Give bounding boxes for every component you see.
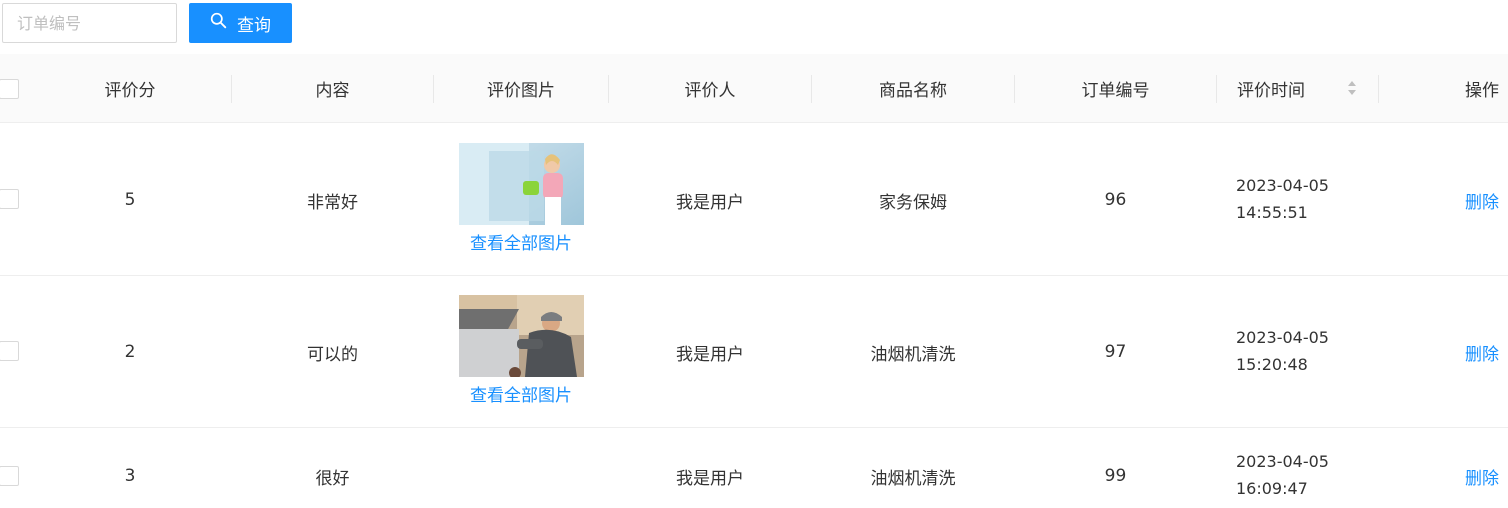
toolbar: 查询 [0, 0, 1508, 52]
reviewer-cell: 我是用户 [676, 192, 744, 213]
sort-icon[interactable] [1347, 79, 1357, 97]
order-number-cell: 99 [1104, 466, 1127, 486]
order-number-cell: 97 [1104, 342, 1127, 362]
review-date: 2023-04-05 [1236, 328, 1329, 347]
row-checkbox[interactable] [0, 341, 19, 361]
score-cell: 5 [124, 190, 136, 210]
delete-link[interactable]: 删除 [1379, 464, 1499, 489]
review-time-cell: 2023-04-05 16:09:47 [1236, 448, 1329, 502]
review-time-cell: 2023-04-05 14:55:51 [1236, 172, 1329, 226]
content-cell: 非常好 [307, 192, 358, 213]
view-all-images-link[interactable]: 查看全部图片 [434, 230, 608, 254]
product-cell: 油烟机清洗 [870, 468, 956, 489]
header-images: 评价图片 [487, 81, 555, 101]
row-checkbox[interactable] [0, 189, 19, 209]
cleaning-photo-image [459, 143, 584, 225]
reviewer-cell: 我是用户 [676, 468, 744, 489]
score-cell: 2 [124, 342, 136, 362]
header-score: 评价分 [104, 81, 156, 101]
review-time-cell: 2023-04-05 15:20:48 [1236, 324, 1329, 378]
header-content: 内容 [315, 81, 350, 101]
view-all-images-link[interactable]: 查看全部图片 [434, 382, 608, 406]
delete-link[interactable]: 删除 [1379, 276, 1499, 428]
review-image-thumbnail[interactable] [459, 143, 584, 225]
review-clock-time: 16:09:47 [1236, 479, 1308, 498]
column-divider [1216, 75, 1217, 103]
order-number-input[interactable] [3, 4, 176, 42]
reviewer-cell: 我是用户 [676, 344, 744, 365]
query-button[interactable]: 查询 [189, 3, 292, 43]
row-checkbox[interactable] [0, 466, 19, 486]
table-row: 3 很好 我是用户 油烟机清洗 99 2023-04-05 16:09:47 删… [0, 428, 1508, 508]
content-cell: 很好 [315, 468, 350, 489]
review-clock-time: 15:20:48 [1236, 355, 1308, 374]
table-row: 2 可以的 查看全部图片 我是用户 油烟机清洗 97 2023-04-05 15… [0, 276, 1508, 428]
header-action: 操作 [1465, 81, 1499, 101]
product-cell: 家务保姆 [879, 192, 947, 213]
search-icon [210, 12, 227, 34]
order-number-search-field[interactable] [2, 3, 177, 43]
header-order-number: 订单编号 [1081, 81, 1150, 101]
table-row: 5 非常好 查看全部图片 我是用户 家务保姆 96 2023-04-05 14:… [0, 124, 1508, 276]
content-cell: 可以的 [307, 344, 358, 365]
review-date: 2023-04-05 [1236, 176, 1329, 195]
delete-link[interactable]: 删除 [1379, 124, 1499, 276]
header-reviewer: 评价人 [684, 81, 736, 101]
review-image-thumbnail[interactable] [459, 295, 584, 377]
order-number-cell: 96 [1104, 190, 1127, 210]
review-clock-time: 14:55:51 [1236, 203, 1308, 222]
select-all-checkbox[interactable] [0, 79, 19, 99]
review-date: 2023-04-05 [1236, 452, 1329, 471]
score-cell: 3 [124, 466, 136, 486]
table-header: 评价分 内容 评价图片 评价人 商品名称 订单编号 评价时间 操作 [0, 54, 1508, 123]
product-cell: 油烟机清洗 [870, 344, 956, 365]
range-hood-photo-image [459, 295, 584, 377]
header-product: 商品名称 [879, 81, 947, 101]
query-button-label: 查询 [237, 15, 271, 36]
